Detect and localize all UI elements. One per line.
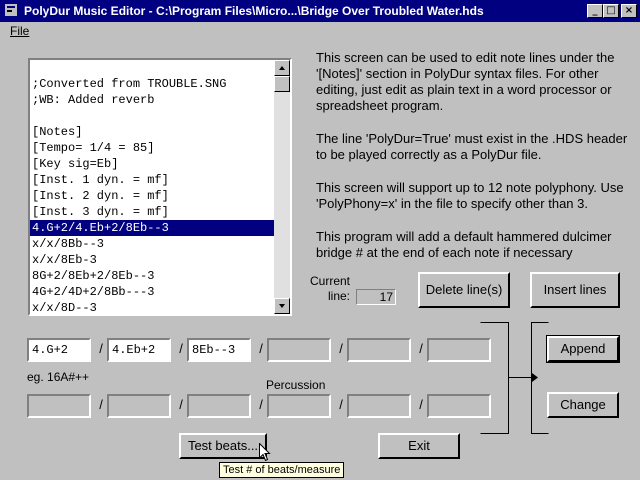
list-item[interactable]: [Inst. 2 dyn. = mf] (30, 188, 274, 204)
slash-separator: / (419, 341, 423, 356)
append-label: Append (560, 341, 606, 356)
current-line-label-1: Current (309, 274, 350, 288)
list-item[interactable]: [Notes] (30, 124, 274, 140)
slash-separator: / (179, 341, 183, 356)
note-field-4[interactable] (267, 338, 331, 362)
insert-lines-button[interactable]: Insert lines (530, 272, 620, 308)
current-line-value: 17 (356, 289, 396, 305)
notes-listbox[interactable]: ;Converted from TROUBLE.SNG ;WB: Added re… (28, 58, 292, 316)
exit-label: Exit (408, 438, 430, 453)
slash-separator: / (259, 397, 263, 412)
list-item[interactable]: ;Converted from TROUBLE.SNG (30, 76, 274, 92)
note-field-3[interactable]: 8Eb--3 (187, 338, 251, 362)
list-item[interactable]: [Inst. 3 dyn. = mf] (30, 204, 274, 220)
notes-list[interactable]: ;Converted from TROUBLE.SNG ;WB: Added re… (30, 60, 274, 314)
slash-separator: / (339, 397, 343, 412)
test-beats-button[interactable]: Test beats... (179, 433, 267, 459)
delete-lines-label: Delete line(s) (425, 282, 503, 297)
slash-separator: / (339, 341, 343, 356)
close-button[interactable]: × (621, 4, 637, 18)
percussion-field-5[interactable] (347, 394, 411, 418)
current-line-label: Current line: (306, 274, 350, 304)
slash-separator: / (179, 397, 183, 412)
help-paragraph: This screen will support up to 12 note p… (316, 180, 624, 211)
list-item[interactable]: 4G+2/4D+2/8Bb---3 (30, 284, 274, 300)
percussion-field-1[interactable] (27, 394, 91, 418)
note-field-1[interactable]: 4.G+2 (27, 338, 91, 362)
arrow-down-icon (279, 304, 285, 308)
percussion-field-2[interactable] (107, 394, 171, 418)
menu-file[interactable]: File (10, 24, 29, 38)
exit-button[interactable]: Exit (378, 433, 460, 459)
change-button[interactable]: Change (547, 392, 619, 418)
tooltip: Test # of beats/measure (219, 462, 345, 478)
test-beats-label: Test beats... (187, 438, 259, 453)
percussion-field-4[interactable] (267, 394, 331, 418)
list-item[interactable]: x/x/8Eb-3 (30, 252, 274, 268)
slash-separator: / (419, 397, 423, 412)
slash-separator: / (259, 341, 263, 356)
menu-file-label: File (10, 24, 30, 38)
change-label: Change (560, 397, 606, 412)
vertical-scrollbar[interactable] (274, 60, 290, 314)
title-bar: PolyDur Music Editor - C:\Program Files\… (0, 0, 640, 22)
delete-lines-button[interactable]: Delete line(s) (418, 272, 510, 308)
slash-separator: / (99, 341, 103, 356)
note-field-2[interactable]: 4.Eb+2 (107, 338, 171, 362)
insert-lines-label: Insert lines (543, 282, 607, 297)
mouse-cursor-icon (259, 443, 271, 462)
percussion-field-3[interactable] (187, 394, 251, 418)
percussion-label: Percussion (266, 378, 326, 392)
help-paragraph: This screen can be used to edit note lin… (316, 50, 615, 113)
current-line-label-2: line: (327, 289, 350, 303)
scroll-up-button[interactable] (274, 60, 290, 76)
scroll-thumb[interactable] (274, 76, 290, 92)
list-item[interactable]: [Key sig=Eb] (30, 156, 274, 172)
scroll-down-button[interactable] (274, 298, 290, 314)
help-paragraph: The line 'PolyDur=True' must exist in th… (316, 131, 628, 162)
help-paragraph: This program will add a default hammered… (316, 229, 612, 260)
menu-bar: File (0, 22, 640, 40)
append-button[interactable]: Append (546, 335, 620, 363)
list-item[interactable]: 4.G+2/4.Eb+2/8Eb--3 (30, 220, 274, 236)
list-item[interactable]: [Inst. 1 dyn. = mf] (30, 172, 274, 188)
note-field-5[interactable] (347, 338, 411, 362)
maximize-button[interactable]: □ (603, 4, 619, 18)
app-icon (5, 4, 17, 16)
help-text: This screen can be used to edit note lin… (316, 50, 628, 278)
arrow-up-icon (279, 66, 285, 70)
minimize-button[interactable]: _ (587, 4, 603, 18)
list-item[interactable] (30, 60, 274, 76)
list-item[interactable]: x/x/8Bb--3 (30, 236, 274, 252)
list-item[interactable]: ;WB: Added reverb (30, 92, 274, 108)
example-label: eg. 16A#++ (27, 370, 90, 384)
list-item[interactable]: [Tempo= 1/4 = 85] (30, 140, 274, 156)
list-item[interactable]: 8G+2/8Eb+2/8Eb--3 (30, 268, 274, 284)
list-item[interactable]: x/x/8D--3 (30, 300, 274, 314)
bracket-connector (480, 322, 549, 434)
slash-separator: / (99, 397, 103, 412)
window-title: PolyDur Music Editor - C:\Program Files\… (24, 4, 484, 18)
list-item[interactable] (30, 108, 274, 124)
